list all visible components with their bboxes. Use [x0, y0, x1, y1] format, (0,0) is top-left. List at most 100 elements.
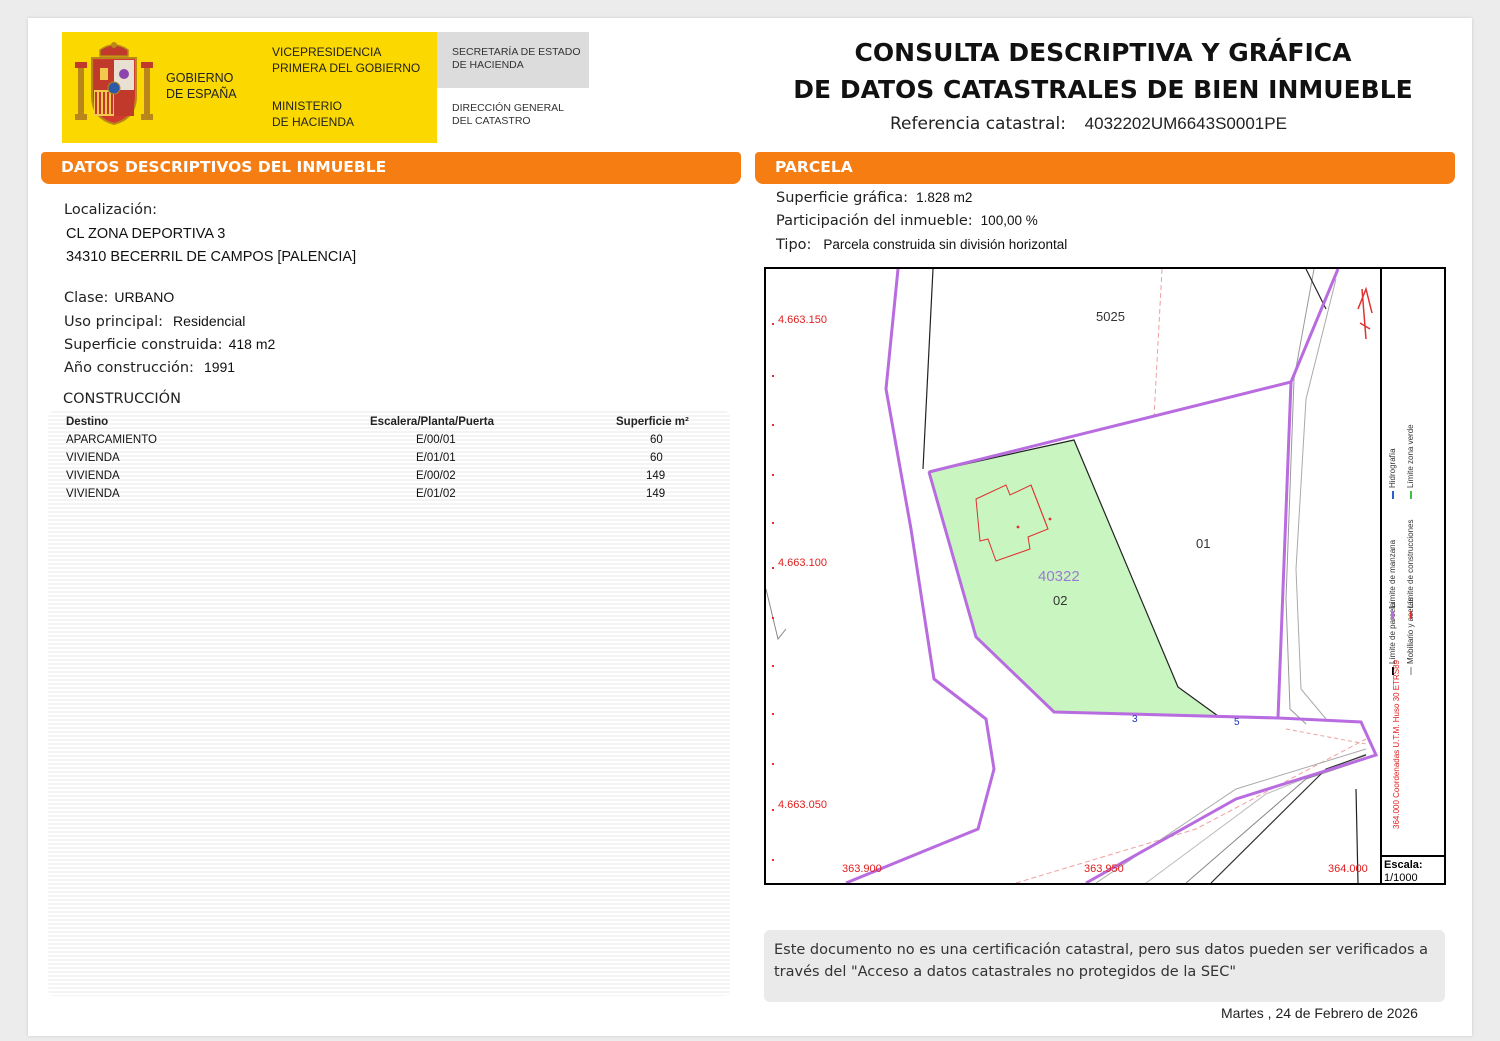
title-line-2: DE DATOS CATASTRALES DE BIEN INMUEBLE	[793, 75, 1413, 104]
referencia-catastral: Referencia catastral: 4032202UM6643S0001…	[890, 114, 1287, 134]
construccion-title: CONSTRUCCIÓN	[63, 391, 181, 407]
participacion-value: 100,00 %	[980, 213, 1038, 228]
superficie-label: Superficie construida:	[64, 337, 223, 353]
legend-manzana-swatch	[1391, 611, 1395, 619]
section-header-datos-descriptivos: DATOS DESCRIPTIVOS DEL INMUEBLE	[41, 152, 741, 184]
legend-divider	[1380, 269, 1382, 883]
map-dashed-line	[1285, 728, 1367, 745]
table-header-destino: Destino	[66, 416, 109, 428]
section-header-parcela: PARCELA	[755, 152, 1455, 184]
building-marker	[1048, 517, 1052, 521]
construccion-table: Destino Escalera/Planta/Puerta Superfici…	[48, 411, 730, 996]
cell-escalera: E/00/01	[416, 434, 456, 446]
legend-text: Límite de manzana	[1388, 539, 1397, 608]
legend-hidrografia: Hidrografía	[1388, 379, 1397, 499]
superficie-grafica-label: Superficie gráfica:	[776, 190, 909, 206]
superficie-grafica-field: Superficie gráfica: 1.828 m2	[776, 189, 972, 207]
cell-escalera: E/00/02	[416, 470, 456, 482]
clase-label: Clase:	[64, 290, 109, 306]
cell-superficie: 149	[646, 488, 666, 500]
tipo-label: Tipo:	[776, 237, 812, 253]
map-y-label-3: 4.663.050	[778, 799, 827, 811]
north-arrow-icon	[1357, 286, 1373, 340]
participacion-field: Participación del inmueble: 100,00 %	[776, 212, 1038, 230]
manzana-label: 40322	[1038, 568, 1080, 585]
clase-value: URBANO	[114, 289, 175, 305]
title-line-1: CONSULTA DESCRIPTIVA Y GRÁFICA	[854, 38, 1352, 67]
table-row: APARCAMIENTO E/00/01 60	[48, 433, 730, 451]
legend-mobiliario-swatch	[1409, 667, 1412, 675]
address-line-1: CL ZONA DEPORTIVA 3	[66, 226, 226, 242]
legend-limite-construcciones: Límite de construcciones	[1406, 499, 1415, 619]
disclaimer-note: Este documento no es una certificación c…	[764, 930, 1445, 1002]
cell-destino: VIVIENDA	[66, 470, 120, 482]
table-header-escalera: Escalera/Planta/Puerta	[370, 416, 495, 428]
legend-construcciones-swatch	[1409, 611, 1412, 619]
legend-zona-verde: Límite zona verde	[1406, 379, 1415, 499]
disclaimer-line-2: través del "Acceso a datos catastrales n…	[774, 964, 1237, 980]
anio-label: Año construcción:	[64, 360, 194, 376]
scale-label: Escala:	[1384, 859, 1423, 871]
document-sheet: GOBIERNO DE ESPAÑA VICEPRESIDENCIA PRIMERA…	[28, 18, 1472, 1036]
street-number-3: 3	[1132, 714, 1138, 725]
scale-value: 1/1000	[1384, 872, 1418, 884]
table-row: VIVIENDA E/00/02 149	[48, 469, 730, 487]
building-marker	[1016, 525, 1020, 529]
manzana-boundary	[928, 269, 1340, 474]
cadastral-map: 4.663.150 4.663.100 4.663.050 363.900 36…	[764, 267, 1446, 885]
cell-destino: VIVIENDA	[66, 452, 120, 464]
vicepresidencia-label: VICEPRESIDENCIA PRIMERA DEL GOBIERNO	[272, 45, 421, 75]
legend-text: Límite zona verde	[1406, 424, 1415, 488]
ministerio-label: MINISTERIO DE HACIENDA	[272, 99, 355, 129]
cell-destino: VIVIENDA	[66, 488, 120, 500]
secretaria-label: SECRETARÍA DE ESTADO DE HACIENDA	[452, 46, 581, 71]
coat-of-arms-icon	[75, 42, 153, 126]
coordinate-system-note: 364.000 Coordenadas U.T.M. Huso 30 ETRS8…	[1392, 660, 1401, 829]
map-ticks	[772, 323, 774, 861]
footer-date: Martes , 24 de Febrero de 2026	[1221, 1005, 1418, 1021]
tipo-field: Tipo: Parcela construida sin división hor…	[776, 236, 1067, 254]
superficie-value: 418 m2	[228, 336, 276, 352]
cell-escalera: E/01/01	[416, 452, 456, 464]
map-sidewalk-line	[1295, 278, 1337, 720]
tipo-value: Parcela construida sin división horizont…	[823, 237, 1068, 252]
legend-text: Límite de construcciones	[1406, 519, 1415, 609]
map-x-label-1: 363.900	[842, 863, 882, 875]
cell-superficie: 149	[646, 470, 666, 482]
gobierno-espana-label: GOBIERNO DE ESPAÑA	[166, 71, 237, 101]
map-x-label-2: 363.950	[1084, 863, 1124, 875]
parcel-label-02: 02	[1053, 593, 1068, 608]
cell-escalera: E/01/02	[416, 488, 456, 500]
map-sidewalk-line	[766, 588, 787, 641]
ref-value: 4032202UM6643S0001PE	[1084, 114, 1287, 133]
cell-destino: APARCAMIENTO	[66, 434, 157, 446]
superficie-field: Superficie construida: 418 m2	[64, 336, 275, 354]
participacion-label: Participación del inmueble:	[776, 213, 973, 229]
cell-superficie: 60	[650, 452, 663, 464]
localizacion-label: Localización:	[64, 202, 158, 218]
parcel-boundary-line	[922, 269, 934, 470]
map-y-label-2: 4.663.100	[778, 557, 827, 569]
parcel-label-5025: 5025	[1096, 309, 1125, 324]
map-x-label-3: 364.000	[1328, 863, 1368, 875]
anio-value: 1991	[203, 359, 236, 375]
map-y-label-1: 4.663.150	[778, 314, 827, 326]
document-title: CONSULTA DESCRIPTIVA Y GRÁFICA DE DATOS …	[788, 34, 1418, 108]
anio-field: Año construcción: 1991	[64, 359, 235, 377]
cell-superficie: 60	[650, 434, 663, 446]
map-dashed-line	[1015, 738, 1367, 883]
clase-field: Clase: URBANO	[64, 289, 174, 307]
government-header: GOBIERNO DE ESPAÑA VICEPRESIDENCIA PRIMERA…	[62, 32, 589, 143]
address-line-2: 34310 BECERRIL DE CAMPOS [PALENCIA]	[66, 249, 357, 265]
legend-text: Hidrografía	[1388, 448, 1397, 488]
direccion-general-label: DIRECCIÓN GENERAL DEL CATASTRO	[452, 102, 565, 127]
table-row: VIVIENDA E/01/01 60	[48, 451, 730, 469]
legend-hidrografia-swatch	[1391, 491, 1394, 499]
map-canvas	[766, 269, 1379, 883]
disclaimer-line-1: Este documento no es una certificación c…	[774, 942, 1429, 958]
table-row: VIVIENDA E/01/02 149	[48, 487, 730, 505]
uso-label: Uso principal:	[64, 314, 164, 330]
legend-zona-verde-swatch	[1409, 491, 1412, 499]
legend-limite-manzana: Límite de manzana	[1388, 499, 1397, 619]
ref-label: Referencia catastral:	[890, 114, 1066, 134]
